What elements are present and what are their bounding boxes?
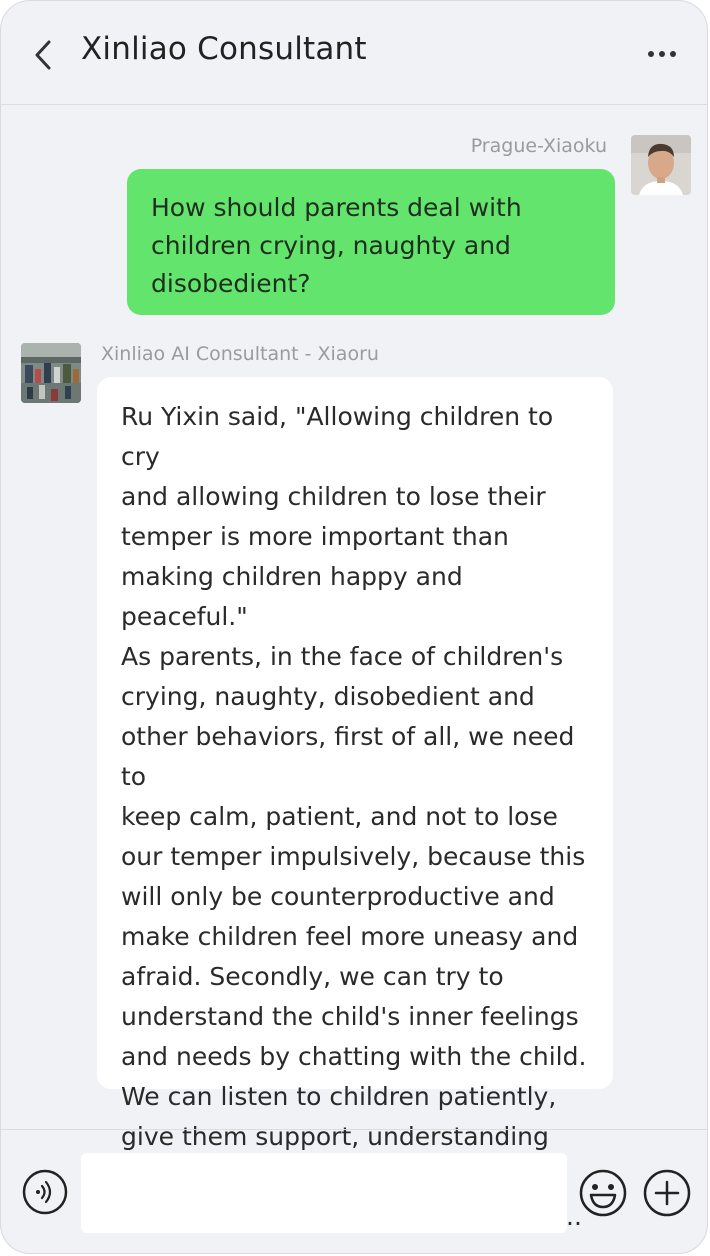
voice-icon[interactable]: [22, 1169, 68, 1215]
message-input[interactable]: [81, 1153, 567, 1233]
ai-consultant-avatar[interactable]: [21, 343, 81, 403]
sender-name: Xinliao AI Consultant - Xiaoru: [101, 343, 379, 365]
chat-screen: Xinliao Consultant Prague-Xiaoku How sho…: [0, 0, 708, 1254]
plus-icon[interactable]: [643, 1169, 691, 1217]
emoji-icon[interactable]: [579, 1169, 627, 1217]
sender-name: Prague-Xiaoku: [470, 135, 607, 157]
user-photo-avatar[interactable]: [631, 135, 691, 195]
user-message-bubble[interactable]: How should parents deal with children cr…: [127, 169, 615, 315]
header-bar: Xinliao Consultant: [1, 1, 707, 105]
page-title: Xinliao Consultant: [81, 31, 367, 67]
composer-bar: [1, 1129, 707, 1253]
more-dots-icon[interactable]: [647, 39, 677, 69]
ai-message-bubble[interactable]: Ru Yixin said, "Allowing children to cry…: [97, 377, 613, 1231]
chevron-left-icon[interactable]: [29, 37, 59, 73]
